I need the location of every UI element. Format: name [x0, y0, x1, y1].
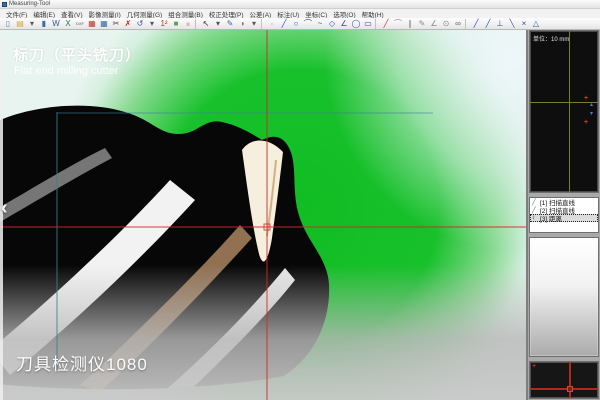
menu-item-6[interactable]: 校正处理(P) — [206, 9, 247, 19]
app-icon — [2, 2, 7, 7]
menu-item-3[interactable]: 影像测量(I) — [86, 9, 124, 19]
toolbar-edit-report-icon[interactable]: ✎ — [224, 18, 236, 29]
measurement-item-label: [3] 距离 — [540, 213, 562, 223]
toolbar-separator — [195, 19, 199, 29]
result-area[interactable] — [529, 237, 599, 357]
toolbar-probe-dropdown-icon[interactable]: ▾ — [248, 18, 260, 29]
measurement-marker-1: + — [584, 95, 588, 102]
gray-bottom-fade — [0, 265, 526, 400]
toolbar-export-word-icon[interactable]: W — [50, 18, 62, 29]
menu-item-11[interactable]: 帮助(H) — [359, 9, 387, 19]
side-panel: 单位：10 mm + ▴ ▾ + ╱[1] 扫描直线╱[2] 扫描直线↕[3] … — [526, 30, 600, 400]
toolbar-draw-arc-icon[interactable]: ⌒ — [302, 18, 314, 29]
line-element-icon: ╱ — [532, 199, 538, 206]
toolbar-report-red-icon[interactable]: ▦ — [86, 18, 98, 29]
navigator-map[interactable]: + — [529, 361, 599, 399]
menu-item-8[interactable]: 标注(U) — [274, 9, 302, 19]
toolbar-separator — [261, 19, 265, 29]
navigator-position-box[interactable] — [567, 386, 573, 392]
line-element-icon: ╱ — [532, 207, 538, 214]
toolbar-separator — [465, 19, 469, 29]
toolbar-measure-line-icon[interactable]: ╱ — [380, 18, 392, 29]
window-title: Measuring-Tool — [9, 1, 50, 7]
prev-chevron-icon[interactable]: ‹ — [1, 198, 8, 218]
toolbar-grid-columns-icon[interactable]: ||| — [182, 18, 194, 29]
dxf-preview[interactable]: 单位：10 mm + ▴ ▾ + — [529, 30, 599, 193]
menu-item-0[interactable]: 文件(F) — [3, 9, 30, 19]
toolbar-separator — [375, 19, 379, 29]
toolbar-color-swatch-icon[interactable]: ■ — [170, 18, 182, 29]
toolbar: ▯▤▾▮WXDXF▦▦✂✗↺▾1²■|||↖▾✎◑▾∙╱○⌒~◇∠◯▭╱⌒∥✎∠… — [0, 18, 600, 30]
toolbar-construct-line-b-icon[interactable]: ╱ — [482, 18, 494, 29]
menu-bar: 文件(F)编辑(E)查看(V)影像测量(I)几何测量(G)组合测量(B)校正处理… — [0, 9, 600, 18]
overlay-title-en: Flat end milling cutter — [14, 65, 119, 77]
toolbar-delete-element-icon[interactable]: ✗ — [122, 18, 134, 29]
toolbar-new-file-icon[interactable]: ▯ — [2, 18, 14, 29]
camera-viewport[interactable]: 标刀（平头铣刀） Flat end milling cutter 刀具检测仪10… — [0, 30, 526, 400]
app-window: Measuring-Tool 文件(F)编辑(E)查看(V)影像测量(I)几何测… — [0, 0, 600, 400]
toolbar-select-arrow-icon[interactable]: ↖ — [200, 18, 212, 29]
main-area: 标刀（平头铣刀） Flat end milling cutter 刀具检测仪10… — [0, 30, 600, 400]
distance-element-icon: ↕ — [532, 215, 538, 221]
toolbar-draw-circle-icon[interactable]: ○ — [290, 18, 302, 29]
toolbar-draw-ellipse-icon[interactable]: ◯ — [350, 18, 362, 29]
toolbar-undo-dropdown-icon[interactable]: ▾ — [146, 18, 158, 29]
toolbar-draw-line-icon[interactable]: ╱ — [278, 18, 290, 29]
watermark-label: 刀具检测仪1080 — [16, 350, 148, 375]
navigator-crosshair-vertical — [569, 362, 571, 398]
measurement-item-3[interactable]: ↕[3] 距离 — [530, 214, 598, 222]
marker-arrow-up-icon: ▴ — [590, 102, 593, 108]
toolbar-draw-slot-icon[interactable]: ▭ — [362, 18, 374, 29]
toolbar-draw-point-icon[interactable]: ∙ — [266, 18, 278, 29]
preview-crosshair-vertical — [569, 31, 570, 192]
toolbar-draw-polygon-icon[interactable]: ◇ — [326, 18, 338, 29]
measurement-list: ╱[1] 扫描直线╱[2] 扫描直线↕[3] 距离 — [529, 197, 599, 233]
toolbar-select-dropdown-icon[interactable]: ▾ — [212, 18, 224, 29]
toolbar-construct-angle-icon[interactable]: △ — [530, 18, 542, 29]
overlay-title-cn: 标刀（平头铣刀） — [13, 44, 141, 65]
preview-crosshair-horizontal — [530, 102, 598, 103]
toolbar-construct-line-a-icon[interactable]: ╱ — [470, 18, 482, 29]
toolbar-measure-pen-icon[interactable]: ✎ — [416, 18, 428, 29]
toolbar-report-blue-icon[interactable]: ▦ — [98, 18, 110, 29]
toolbar-search-element-icon[interactable]: ⊙ — [440, 18, 452, 29]
left-edge-strip — [0, 38, 3, 400]
toolbar-save-icon[interactable]: ▮ — [38, 18, 50, 29]
toolbar-measure-angle-icon[interactable]: ∠ — [428, 18, 440, 29]
menu-item-1[interactable]: 编辑(E) — [30, 9, 58, 19]
toolbar-chain-link-icon[interactable]: ∞ — [452, 18, 464, 29]
toolbar-construct-intersection-icon[interactable]: × — [518, 18, 530, 29]
menu-item-7[interactable]: 公差(A) — [247, 9, 275, 19]
toolbar-undo-icon[interactable]: ↺ — [134, 18, 146, 29]
navigator-logo: + — [532, 363, 536, 370]
toolbar-construct-perpendicular-icon[interactable]: ⊥ — [494, 18, 506, 29]
menu-item-10[interactable]: 选项(O) — [330, 9, 358, 19]
menu-item-2[interactable]: 查看(V) — [58, 9, 86, 19]
marker-arrow-down-icon: ▾ — [590, 111, 593, 117]
measurement-marker-2: + — [584, 119, 588, 126]
menu-item-4[interactable]: 几何测量(G) — [124, 9, 165, 19]
menu-item-5[interactable]: 组合测量(B) — [165, 9, 206, 19]
toolbar-probe-mode-icon[interactable]: ◑ — [236, 18, 248, 29]
toolbar-export-dxf-icon[interactable]: DXF — [74, 18, 86, 29]
unit-label: 单位：10 mm — [533, 34, 569, 43]
navigator-crosshair-horizontal — [530, 388, 598, 390]
toolbar-measure-parallel-icon[interactable]: ∥ — [404, 18, 416, 29]
toolbar-cut-element-icon[interactable]: ✂ — [110, 18, 122, 29]
toolbar-export-excel-icon[interactable]: X — [62, 18, 74, 29]
toolbar-construct-tangent-icon[interactable]: ╲ — [506, 18, 518, 29]
camera-image — [0, 30, 526, 400]
toolbar-measure-arc-icon[interactable]: ⌒ — [392, 18, 404, 29]
toolbar-draw-angle-icon[interactable]: ∠ — [338, 18, 350, 29]
toolbar-draw-spline-icon[interactable]: ~ — [314, 18, 326, 29]
toolbar-open-file-icon[interactable]: ▤ — [14, 18, 26, 29]
toolbar-open-dropdown-icon[interactable]: ▾ — [26, 18, 38, 29]
toolbar-label-number-icon[interactable]: 1² — [158, 18, 170, 29]
menu-item-9[interactable]: 坐标(C) — [302, 9, 330, 19]
